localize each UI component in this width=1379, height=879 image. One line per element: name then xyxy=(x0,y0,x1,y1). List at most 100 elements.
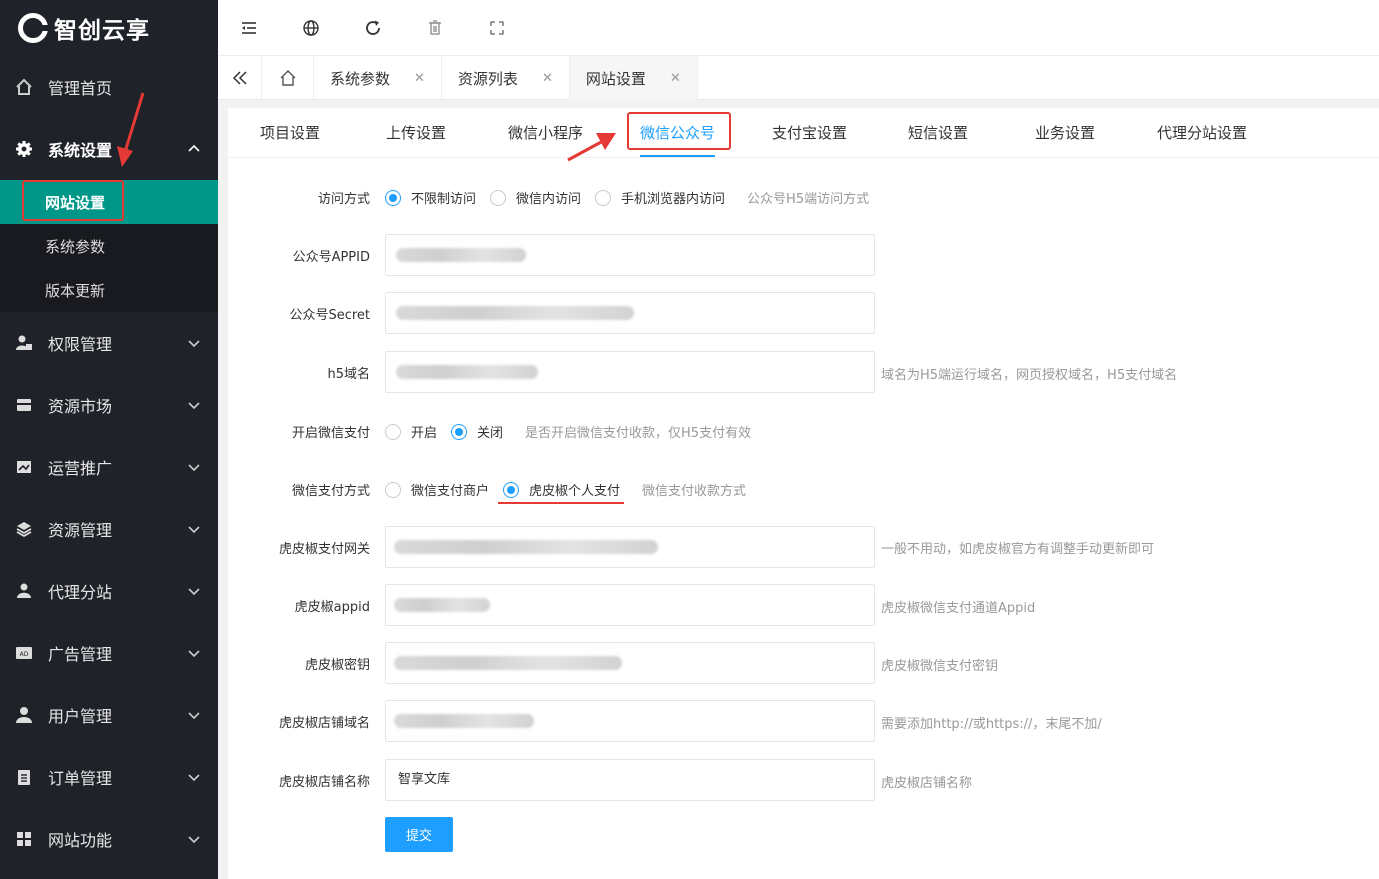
radio-dot xyxy=(385,423,401,440)
image-icon xyxy=(14,457,34,477)
subtab-alipay[interactable]: 支付宝设置 xyxy=(772,108,847,158)
radio-label: 微信内访问 xyxy=(516,192,582,207)
sidebar-item-resource-market[interactable]: 资源市场 xyxy=(0,374,218,436)
sidebar-item-site-features[interactable]: 网站功能 xyxy=(0,808,218,870)
svg-text:AD: AD xyxy=(20,651,29,658)
sidebar-item-resource-management[interactable]: 资源管理 xyxy=(0,498,218,560)
sidebar-subitem-label: 网站设置 xyxy=(45,193,106,212)
sidebar-subitem-version-update[interactable]: 版本更新 xyxy=(0,268,218,312)
form-row-pay-method: 微信支付方式 微信支付商户 虎皮椒个人支付 微信支付收款方式 xyxy=(228,480,1379,500)
xunhu-domain-input[interactable] xyxy=(385,700,875,742)
radio-mobile-browser[interactable]: 手机浏览器内访问 xyxy=(595,188,725,207)
field-hint: 域名为H5端运行域名，网页授权域名，H5支付域名 xyxy=(881,368,1178,383)
layers-icon xyxy=(14,519,34,539)
subtab-wechat-official[interactable]: 微信公众号 xyxy=(640,108,716,158)
chevron-down-icon xyxy=(188,650,200,658)
radio-disable[interactable]: 关闭 xyxy=(451,422,503,441)
page-tab-resource-list[interactable]: 资源列表 ✕ xyxy=(442,56,570,100)
field-hint: 虎皮椒店铺名称 xyxy=(881,776,973,791)
xunhu-shop-input[interactable]: 智享文库 xyxy=(385,759,875,801)
sidebar-item-system-settings[interactable]: 系统设置 xyxy=(0,118,218,180)
clipboard-icon xyxy=(14,767,34,787)
radio-xunhu-personal[interactable]: 虎皮椒个人支付 xyxy=(503,480,620,499)
refresh-button[interactable] xyxy=(342,0,404,56)
gear-icon xyxy=(14,139,34,159)
form-row-h5-domain: h5域名 域名为H5端运行域名，网页授权域名，H5支付域名 xyxy=(228,351,1379,393)
sidebar-item-label: 资源市场 xyxy=(48,397,113,416)
menu-fold-button[interactable] xyxy=(218,0,280,56)
sidebar-item-label: 广告管理 xyxy=(48,645,113,664)
xunhu-appid-input[interactable] xyxy=(385,584,875,626)
xunhu-gateway-input[interactable] xyxy=(385,526,875,568)
sidebar-item-label: 网站功能 xyxy=(48,831,113,850)
subtab-upload[interactable]: 上传设置 xyxy=(386,108,446,158)
radio-unrestricted[interactable]: 不限制访问 xyxy=(385,188,476,207)
radio-wechat-only[interactable]: 微信内访问 xyxy=(490,188,581,207)
close-icon[interactable]: ✕ xyxy=(542,71,553,86)
radio-wx-merchant[interactable]: 微信支付商户 xyxy=(385,480,489,499)
chevron-down-icon xyxy=(188,774,200,782)
sidebar-item-label: 订单管理 xyxy=(48,769,113,788)
secret-input[interactable] xyxy=(385,292,875,334)
field-hint: 需要添加http://或https://，末尾不加/ xyxy=(881,717,1102,732)
sidebar-subitem-label: 版本更新 xyxy=(45,281,106,300)
subtab-agent-station[interactable]: 代理分站设置 xyxy=(1157,108,1247,158)
close-icon[interactable]: ✕ xyxy=(670,71,681,86)
subtab-project[interactable]: 项目设置 xyxy=(260,108,320,158)
home-tab[interactable] xyxy=(262,56,314,100)
page-tab-system-params[interactable]: 系统参数 ✕ xyxy=(314,56,442,100)
sidebar-item-users[interactable]: 用户管理 xyxy=(0,684,218,746)
home-icon xyxy=(14,77,34,97)
close-icon[interactable]: ✕ xyxy=(414,71,425,86)
home-icon xyxy=(280,70,295,86)
field-label: 虎皮椒密钥 xyxy=(304,658,370,673)
subtab-sms[interactable]: 短信设置 xyxy=(908,108,968,158)
subtab-business[interactable]: 业务设置 xyxy=(1035,108,1095,158)
redacted-value xyxy=(394,714,534,728)
redacted-value xyxy=(396,248,526,262)
user-lock-icon xyxy=(14,333,34,353)
logo-text: 智创云享 xyxy=(54,18,150,44)
form-row-xunhu-appid: 虎皮椒appid 虎皮椒微信支付通道Appid xyxy=(228,584,1379,626)
chevron-up-icon xyxy=(188,144,200,152)
radio-label: 虎皮椒个人支付 xyxy=(529,484,621,499)
sidebar-subitem-system-params[interactable]: 系统参数 xyxy=(0,224,218,268)
field-label: 访问方式 xyxy=(317,192,370,207)
fullscreen-button[interactable] xyxy=(466,0,528,56)
storefront-icon xyxy=(14,395,34,415)
logo[interactable]: 智创云享 xyxy=(0,0,218,56)
subtab-mini-program[interactable]: 微信小程序 xyxy=(508,108,583,158)
sidebar-item-promotion[interactable]: 运营推广 xyxy=(0,436,218,498)
clear-cache-button[interactable] xyxy=(404,0,466,56)
submit-button[interactable]: 提交 xyxy=(385,817,453,852)
sidebar-item-permissions[interactable]: 权限管理 xyxy=(0,312,218,374)
radio-enable[interactable]: 开启 xyxy=(385,422,437,441)
sidebar-item-label: 系统设置 xyxy=(48,141,113,160)
radio-dot xyxy=(451,423,468,440)
form-row-xunhu-secret: 虎皮椒密钥 虎皮椒微信支付密钥 xyxy=(228,642,1379,684)
field-hint: 是否开启微信支付收款，仅H5支付有效 xyxy=(525,426,752,441)
sidebar-subitem-website-settings[interactable]: 网站设置 xyxy=(0,180,218,224)
field-hint: 微信支付收款方式 xyxy=(642,484,747,499)
radio-label: 开启 xyxy=(411,426,438,441)
sidebar-item-orders[interactable]: 订单管理 xyxy=(0,746,218,808)
logo-mark-icon xyxy=(18,13,48,43)
h5-domain-input[interactable] xyxy=(385,351,875,393)
fullscreen-icon xyxy=(490,20,504,35)
field-label: 虎皮椒支付网关 xyxy=(278,542,370,557)
grid-icon xyxy=(14,829,34,849)
sidebar-subitem-label: 系统参数 xyxy=(45,237,106,256)
sidebar-item-agent-station[interactable]: 代理分站 xyxy=(0,560,218,622)
page-tab-label: 资源列表 xyxy=(457,69,518,88)
sidebar-item-home[interactable]: 管理首页 xyxy=(0,56,218,118)
field-hint: 虎皮椒微信支付密钥 xyxy=(881,659,999,674)
page-tab-website-settings[interactable]: 网站设置 ✕ xyxy=(569,56,698,100)
appid-input[interactable] xyxy=(385,234,875,276)
tabs-scroll-left-button[interactable] xyxy=(218,56,262,100)
chevron-down-icon xyxy=(188,340,200,348)
field-label: 开启微信支付 xyxy=(291,426,370,441)
sidebar-item-ads[interactable]: AD 广告管理 xyxy=(0,622,218,684)
website-button[interactable] xyxy=(280,0,342,56)
radio-dot xyxy=(490,189,507,206)
xunhu-secret-input[interactable] xyxy=(385,642,875,684)
